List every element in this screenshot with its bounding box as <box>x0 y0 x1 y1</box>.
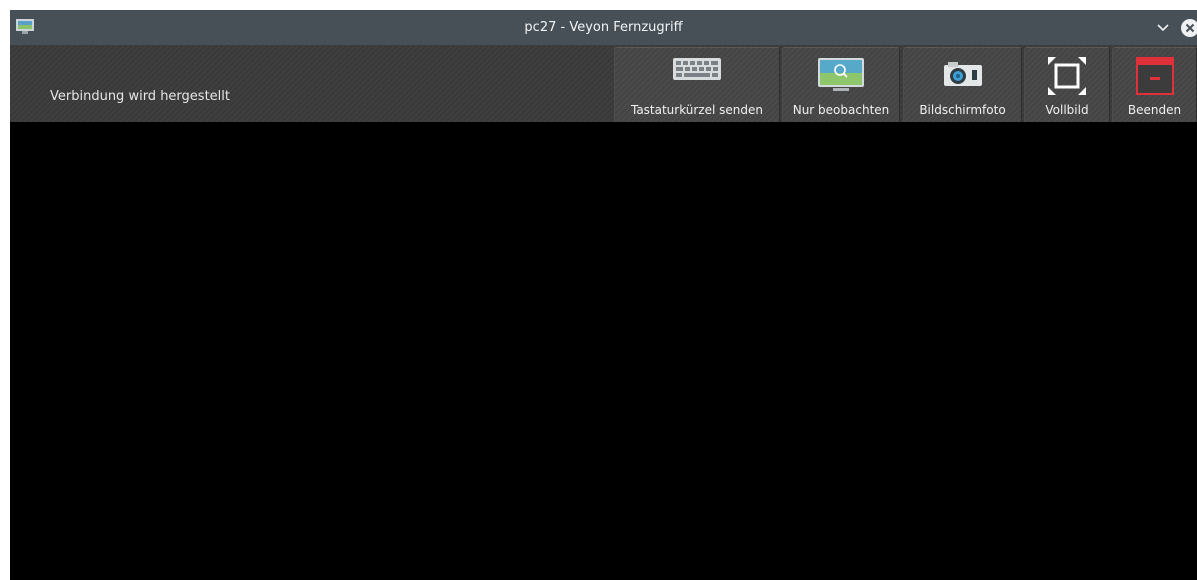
screenshot-label: Bildschirmfoto <box>919 103 1006 117</box>
window-title: pc27 - Veyon Fernzugriff <box>524 20 683 35</box>
chevron-down-icon[interactable] <box>1153 18 1173 38</box>
exit-window-icon <box>1135 57 1174 95</box>
view-only-button[interactable]: Nur beobachten <box>782 47 900 122</box>
remote-access-window: pc27 - Veyon Fernzugriff Verbindung wird… <box>10 10 1197 580</box>
fullscreen-icon <box>1048 57 1086 95</box>
camera-icon <box>943 62 982 86</box>
close-circle-icon[interactable] <box>1180 18 1197 38</box>
connection-status: Verbindung wird hergestellt <box>50 89 230 104</box>
fullscreen-label: Vollbild <box>1045 103 1089 117</box>
send-shortcut-button[interactable]: Tastaturkürzel senden <box>614 47 780 122</box>
screenshot-button[interactable]: Bildschirmfoto <box>903 47 1022 122</box>
exit-button[interactable]: Beenden <box>1112 47 1197 122</box>
remote-screen-view[interactable] <box>10 122 1197 580</box>
fullscreen-button[interactable]: Vollbild <box>1024 47 1110 122</box>
monitor-magnifier-icon <box>818 58 864 91</box>
send-shortcut-label: Tastaturkürzel senden <box>630 103 764 117</box>
view-only-label: Nur beobachten <box>792 103 890 117</box>
keyboard-icon <box>673 58 721 80</box>
title-bar[interactable]: pc27 - Veyon Fernzugriff <box>10 10 1197 45</box>
exit-label: Beenden <box>1127 103 1182 117</box>
toolbar: Verbindung wird hergestellt Tastaturkürz… <box>10 45 1197 122</box>
